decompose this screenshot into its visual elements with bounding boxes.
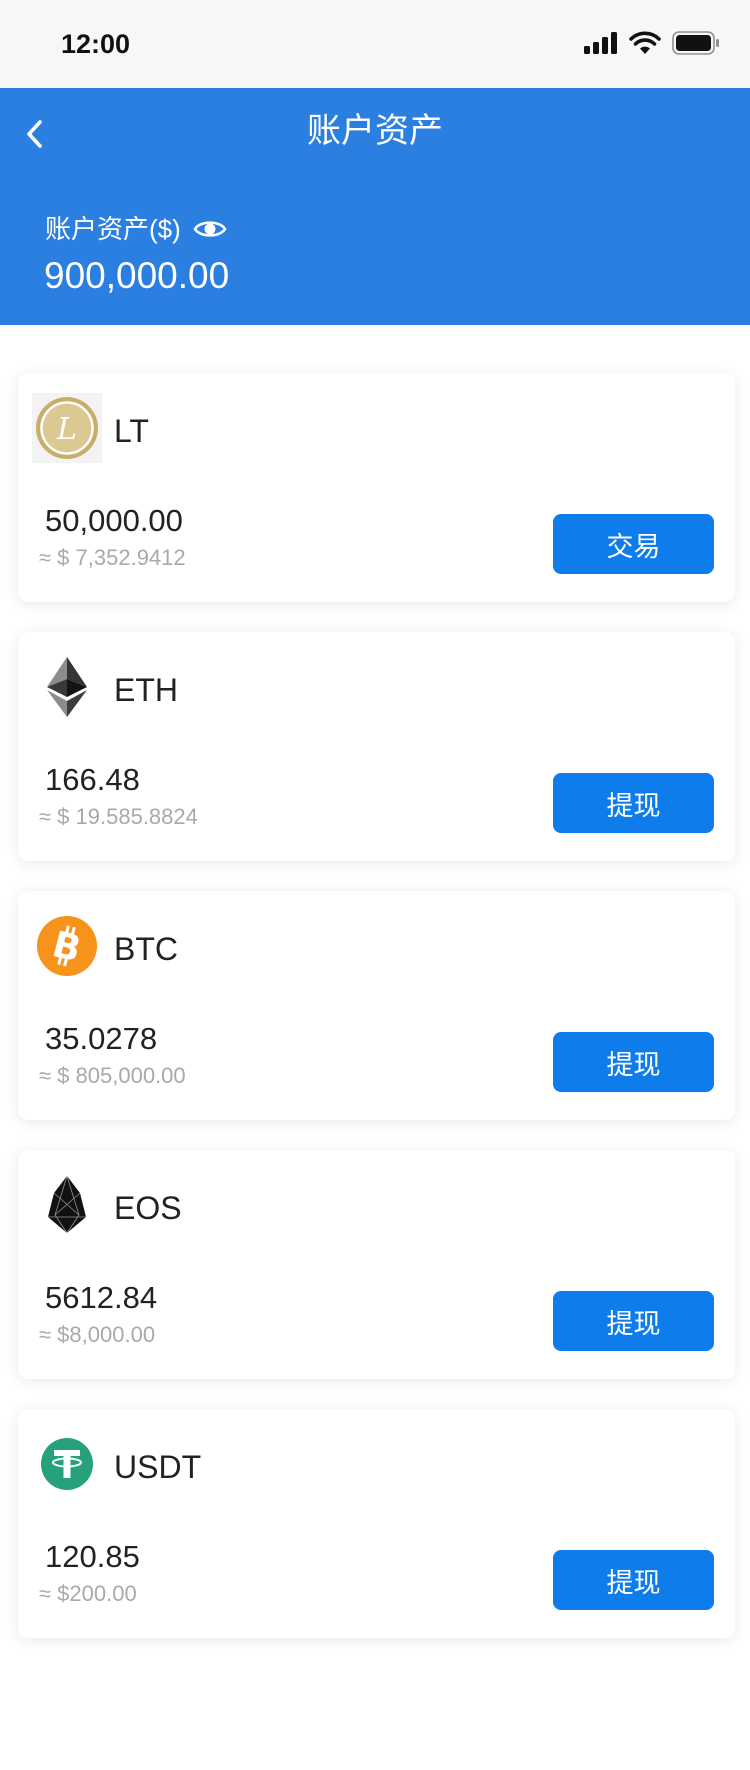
lt-logo-glyph: L	[56, 412, 77, 447]
withdraw-button[interactable]: 提现	[553, 1032, 714, 1092]
asset-icon-wrap: B	[32, 911, 102, 981]
asset-symbol: ETH	[114, 672, 178, 708]
asset-symbol: BTC	[114, 931, 178, 967]
asset-amount: 50,000.00	[45, 503, 183, 538]
withdraw-button[interactable]: 提现	[553, 1291, 714, 1351]
withdraw-button[interactable]: 提现	[553, 1550, 714, 1610]
asset-approx-value: ≈ $ 19.585.8824	[39, 804, 198, 829]
asset-symbol: EOS	[114, 1190, 182, 1226]
withdraw-button[interactable]: 提现	[553, 773, 714, 833]
header: 账户资产 账户资产($) 900,000.00	[0, 88, 750, 325]
page-title: 账户资产	[307, 112, 443, 150]
asset-symbol: LT	[114, 413, 149, 449]
total-assets-value: 900,000.00	[44, 255, 230, 296]
trade-button[interactable]: 交易	[553, 514, 714, 574]
status-time: 12:00	[61, 29, 131, 59]
eth-icon	[47, 657, 87, 717]
asset-symbol: USDT	[114, 1449, 202, 1485]
asset-approx-value: ≈ $8,000.00	[39, 1322, 156, 1347]
asset-icon-wrap	[32, 652, 102, 722]
usdt-icon	[41, 1438, 93, 1490]
asset-card-eth: ETH 166.48 ≈ $ 19.585.8824 提现	[18, 632, 735, 861]
asset-card-usdt: USDT 120.85 ≈ $200.00 提现	[18, 1409, 735, 1638]
signal-icon	[584, 32, 617, 54]
asset-amount: 166.48	[45, 762, 140, 797]
asset-approx-value: ≈ $200.00	[39, 1581, 137, 1606]
lt-coin-icon: L	[32, 393, 102, 463]
asset-approx-value: ≈ $ 7,352.9412	[39, 545, 186, 570]
total-assets-label: 账户资产($)	[45, 214, 181, 244]
asset-amount: 5612.84	[45, 1280, 158, 1315]
asset-icon-wrap	[32, 1170, 102, 1240]
asset-card-btc: B BTC 35.0278 ≈ $ 805,000.00 提现	[18, 891, 735, 1120]
asset-card-eos: EOS 5612.84 ≈ $8,000.00 提现	[18, 1150, 735, 1379]
asset-icon-wrap	[32, 1429, 102, 1499]
status-icons	[584, 31, 720, 55]
asset-amount: 120.85	[45, 1539, 140, 1574]
wifi-icon	[629, 31, 661, 54]
asset-card-lt: L LT 50,000.00 ≈ $ 7,352.9412 交易	[18, 373, 735, 602]
status-bar: 12:00	[0, 0, 750, 88]
eos-icon	[48, 1176, 86, 1234]
btc-icon: B	[37, 916, 97, 976]
asset-amount: 35.0278	[45, 1021, 158, 1056]
eye-icon	[193, 221, 227, 237]
asset-approx-value: ≈ $ 805,000.00	[39, 1063, 186, 1088]
asset-list: L LT 50,000.00 ≈ $ 7,352.9412 交易 ETH 166…	[18, 373, 735, 1668]
toggle-visibility-button[interactable]	[193, 217, 227, 241]
total-assets-label-row: 账户资产($)	[45, 212, 227, 246]
battery-icon	[672, 31, 719, 55]
asset-icon-wrap: L	[32, 393, 102, 463]
